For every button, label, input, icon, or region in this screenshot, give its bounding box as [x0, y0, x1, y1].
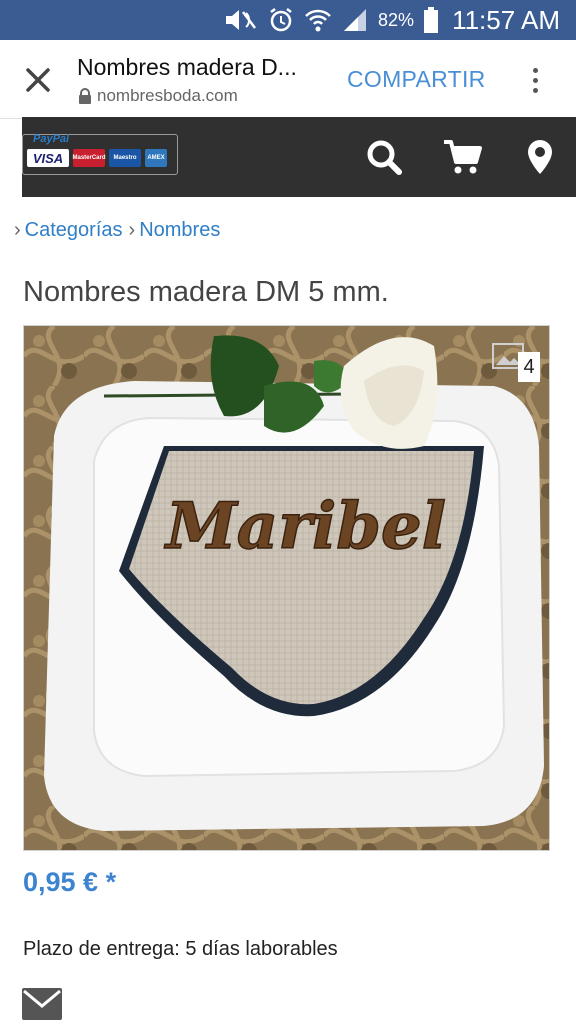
lock-icon [79, 88, 91, 104]
image-count-badge[interactable]: 4 [518, 352, 540, 382]
product-title: Nombres madera DM 5 mm. [23, 276, 389, 308]
mute-icon [224, 8, 258, 32]
alarm-icon [268, 7, 294, 33]
maestro-logo: Maestro [109, 149, 141, 167]
paypal-logo: PayPal [33, 133, 70, 145]
payment-methods-logo: PayPal VISA MasterCard Maestro AMEX [22, 133, 178, 175]
page-title: Nombres madera D... [77, 54, 297, 80]
cart-icon[interactable] [442, 137, 482, 177]
visa-card-logo: VISA [27, 149, 69, 167]
browser-toolbar: Nombres madera D... nombresboda.com COMP… [0, 40, 576, 119]
share-button[interactable]: COMPARTIR [347, 66, 486, 93]
site-header: PayPal VISA MasterCard Maestro AMEX [22, 117, 576, 197]
breadcrumb-categorias[interactable]: Categorías [25, 219, 123, 242]
close-icon [26, 68, 50, 92]
more-vertical-icon[interactable] [520, 60, 550, 100]
breadcrumb: › Categorías › Nombres [14, 219, 226, 242]
location-pin-icon[interactable] [520, 137, 560, 177]
close-button[interactable] [16, 58, 60, 102]
battery-icon [424, 7, 439, 33]
delivery-time: Plazo de entrega: 5 días laborables [23, 938, 338, 960]
chevron-right-icon: › [128, 219, 136, 241]
wooden-name-text: Maribel [164, 489, 446, 564]
url-text: nombresboda.com [97, 86, 238, 105]
product-image[interactable]: Maribel [23, 325, 550, 851]
amex-logo: AMEX [145, 149, 167, 167]
breadcrumb-nombres[interactable]: Nombres [139, 219, 220, 242]
battery-percent: 82% [378, 9, 415, 30]
product-price: 0,95 € * [23, 867, 117, 897]
clock: 11:57 AM [452, 4, 560, 35]
mastercard-logo: MasterCard [73, 149, 106, 167]
wifi-icon [304, 7, 332, 33]
mail-icon[interactable] [22, 988, 62, 1020]
page-url: nombresboda.com [78, 86, 238, 106]
chevron-right-icon: › [14, 219, 21, 241]
status-bar: 82% 11:57 AM [0, 0, 576, 40]
search-icon[interactable] [364, 137, 404, 177]
signal-icon [342, 7, 368, 33]
